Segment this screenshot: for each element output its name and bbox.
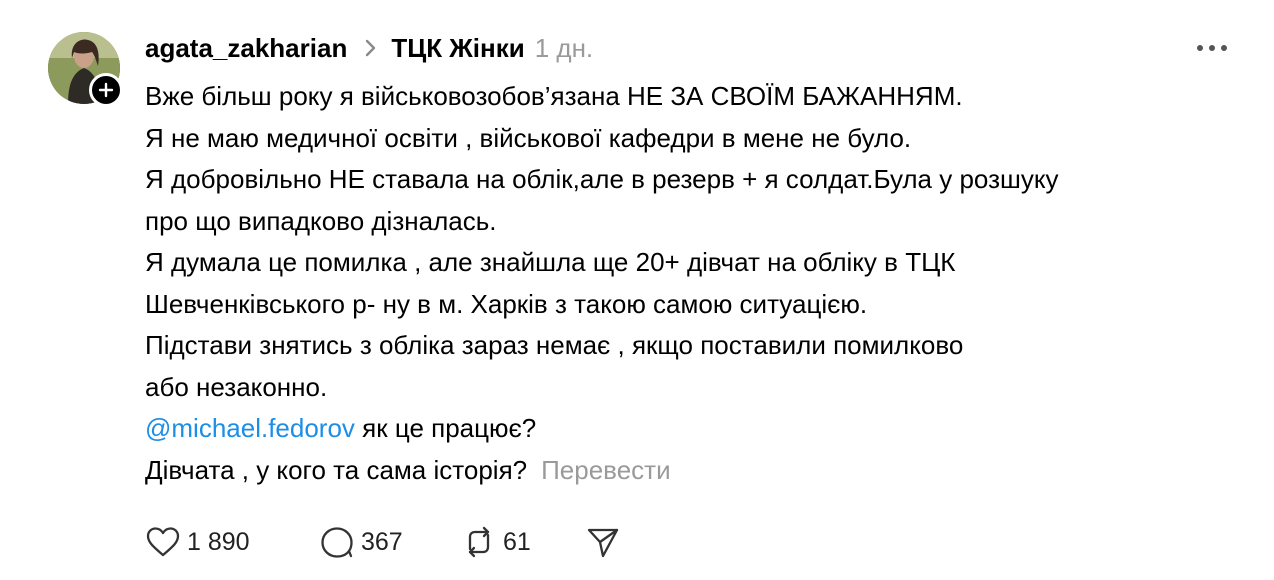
mention-line: @michael.fedorov як це працює? (145, 408, 1245, 450)
reply-count: 367 (361, 527, 403, 556)
chevron-right-icon (365, 39, 377, 57)
post-body: Вже більш року я військовозобов’язана НЕ… (145, 76, 1245, 491)
post-text-line: Підстави знятись з обліка зараз немає , … (145, 330, 964, 360)
post-text-line: Вже більш року я військовозобов’язана НЕ… (145, 81, 963, 111)
translate-link[interactable]: Перевести (541, 455, 670, 485)
post-text-line: Я думала це помилка , але знайшла ще 20+… (145, 247, 956, 277)
post-text-line: Я не маю медичної освіти , військової ка… (145, 122, 912, 153)
more-options-button[interactable] (1192, 36, 1232, 60)
share-button[interactable] (585, 525, 621, 559)
comment-icon (321, 527, 353, 558)
post-timestamp[interactable]: 1 дн. (535, 33, 593, 64)
follow-plus-icon (98, 82, 114, 98)
author-username[interactable]: agata_zakharian (145, 33, 347, 64)
repost-count: 61 (503, 527, 531, 556)
like-count: 1 890 (187, 527, 250, 556)
last-line: Дівчата , у кого та сама історія? Перевес… (145, 450, 1245, 492)
post-text-line: Я добровільно НЕ ставала на облік,але в … (145, 164, 1059, 194)
repost-button[interactable]: 61 (461, 525, 585, 559)
mention-link[interactable]: @michael.fedorov (145, 413, 355, 443)
avatar-container (48, 32, 123, 107)
action-bar: 1 890 367 61 (145, 522, 621, 562)
post-text-last: Дівчата , у кого та сама історія? (145, 454, 528, 485)
share-icon (587, 528, 619, 558)
thread-post: agata_zakharian ТЦК Жінки 1 дн. Вже біль… (0, 0, 1274, 580)
like-button[interactable]: 1 890 (145, 526, 319, 558)
post-header: agata_zakharian ТЦК Жінки 1 дн. (145, 28, 593, 68)
more-icon (1197, 45, 1227, 51)
reply-button[interactable]: 367 (319, 525, 461, 559)
post-text-line: або незаконно. (145, 371, 328, 402)
heart-icon (146, 527, 180, 557)
community-name[interactable]: ТЦК Жінки (391, 33, 524, 64)
follow-button[interactable] (89, 73, 123, 107)
post-text-line: про що випадково дізналась. (145, 205, 497, 236)
repost-icon (468, 526, 490, 558)
post-text-line: Шевченківського р- ну в м. Харків з тако… (145, 288, 868, 319)
mention-suffix: як це працює? (354, 413, 537, 443)
